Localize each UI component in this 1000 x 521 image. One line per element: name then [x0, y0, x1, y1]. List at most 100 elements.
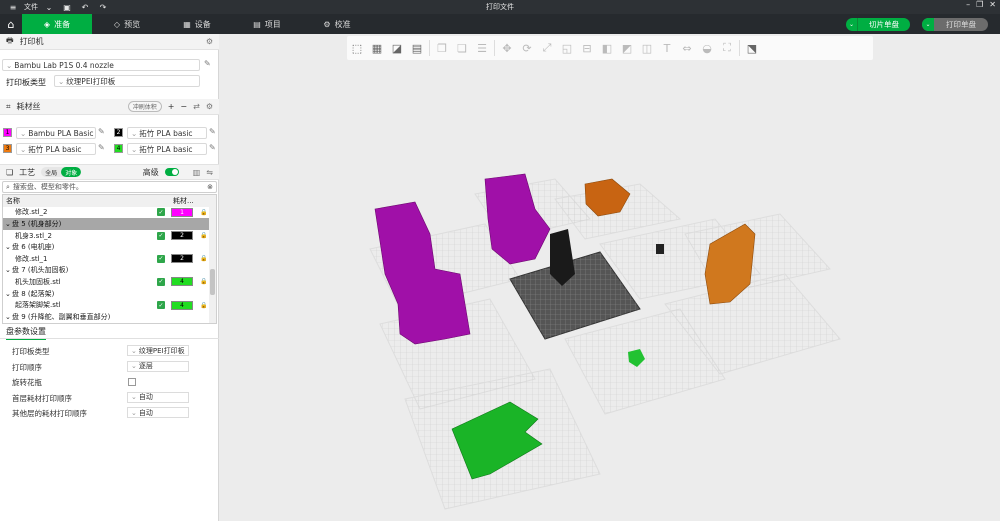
- chevron-down-icon[interactable]: ⌄: [5, 243, 11, 251]
- setting-select[interactable]: ⌄ 自动: [127, 407, 189, 418]
- lock-icon[interactable]: 🔒: [200, 278, 207, 285]
- filament-select[interactable]: ⌄ Bambu PLA Basic: [16, 127, 96, 139]
- object-row[interactable]: 起落架脚架.stl ✓ 4 🔒: [3, 299, 210, 311]
- filament-slot-badge[interactable]: 2: [171, 231, 193, 241]
- small-part-model-black[interactable]: [656, 244, 664, 254]
- chevron-down-icon[interactable]: ⌄: [42, 0, 56, 14]
- redo-icon[interactable]: ↷: [96, 0, 110, 14]
- tab-preview[interactable]: ◇ 预览: [92, 14, 162, 34]
- vase-mode-checkbox[interactable]: [128, 378, 136, 386]
- filament-select[interactable]: ⌄ 拓竹 PLA basic: [127, 127, 207, 139]
- visibility-checkbox[interactable]: ✓: [157, 301, 165, 310]
- chevron-down-icon[interactable]: ⌄: [5, 220, 11, 228]
- lay-on-face-icon[interactable]: ◱: [557, 38, 577, 58]
- tab-calibration[interactable]: ⚙ 校准: [302, 14, 372, 34]
- object-option[interactable]: 对象: [61, 167, 82, 177]
- scrollbar-thumb[interactable]: [210, 269, 215, 295]
- visibility-checkbox[interactable]: ✓: [157, 208, 165, 217]
- object-row[interactable]: 机头加固板.stl ✓ 4 🔒: [3, 276, 210, 288]
- lock-icon[interactable]: 🔒: [200, 232, 207, 239]
- color-paint-icon[interactable]: ◒: [697, 38, 717, 58]
- object-row[interactable]: 修改.stl_2 ✓ 1 🔒: [3, 207, 210, 219]
- scale-icon[interactable]: ⤢: [537, 38, 557, 58]
- plate-row[interactable]: ⌄ 盘 5 (机身部分): [3, 218, 210, 230]
- sync-icon[interactable]: ⇄: [193, 102, 200, 111]
- visibility-checkbox[interactable]: ✓: [157, 231, 165, 240]
- edit-icon[interactable]: ✎: [98, 143, 105, 152]
- add-plate-icon[interactable]: ▦: [367, 38, 387, 58]
- home-icon[interactable]: ⌂: [0, 14, 22, 34]
- tab-prepare[interactable]: ◈ 准备: [22, 14, 92, 34]
- measure-icon[interactable]: ⇔: [677, 38, 697, 58]
- filament-color-swatch[interactable]: 3: [3, 144, 12, 153]
- filament-select[interactable]: ⌄ 拓竹 PLA basic: [16, 143, 96, 155]
- settings-icon[interactable]: ⚙: [206, 102, 213, 111]
- filament-slot-badge[interactable]: 4: [171, 300, 193, 310]
- object-search[interactable]: ⌕ 搜索盘、模型和零件。 ⊗: [2, 181, 217, 193]
- restore-icon[interactable]: ❐: [976, 0, 983, 9]
- edit-icon[interactable]: ✎: [204, 59, 211, 68]
- chevron-down-icon[interactable]: ⌄: [5, 266, 11, 274]
- slice-plate-button[interactable]: ⌄ 切片单盘: [846, 18, 910, 31]
- plate-row[interactable]: ⌄ 盘 6 (电机座): [3, 241, 210, 253]
- save-icon[interactable]: ▣: [60, 0, 74, 14]
- print-plate-button[interactable]: ⌄ 打印单盘: [922, 18, 988, 31]
- filament-slot-badge[interactable]: 1: [171, 207, 193, 217]
- add-icon[interactable]: +: [168, 102, 175, 111]
- filament-color-swatch[interactable]: 2: [114, 128, 123, 137]
- plate-row[interactable]: ⌄ 盘 8 (起落架): [3, 288, 210, 300]
- scrollbar[interactable]: [209, 195, 216, 323]
- rotate-icon[interactable]: ⟳: [517, 38, 537, 58]
- filament-color-swatch[interactable]: 1: [3, 128, 12, 137]
- seam-paint-icon[interactable]: ◫: [637, 38, 657, 58]
- setting-select[interactable]: ⌄ 自动: [127, 391, 189, 403]
- plate-row[interactable]: ⌄ 盘 9 (升降舵、副翼和垂直部分): [3, 311, 210, 323]
- arrange-icon[interactable]: ▤: [407, 38, 427, 58]
- printer-select[interactable]: ⌄ Bambu Lab P1S 0.4 nozzle: [2, 59, 200, 71]
- filament-color-swatch[interactable]: 4: [114, 144, 123, 153]
- assembly-icon[interactable]: ⛶: [717, 38, 737, 58]
- object-row[interactable]: ✓3🔒: [3, 323, 210, 324]
- flush-volume-button[interactable]: 冲刷体积: [127, 101, 162, 112]
- file-menu[interactable]: 文件: [24, 2, 38, 12]
- lock-icon[interactable]: 🔒: [200, 302, 207, 309]
- sliders-icon[interactable]: ⇋: [206, 168, 213, 177]
- lock-icon[interactable]: 🔒: [200, 255, 207, 262]
- chevron-down-icon[interactable]: ⌄: [922, 18, 934, 31]
- clear-icon[interactable]: ⊗: [207, 183, 213, 191]
- text-icon[interactable]: T: [657, 38, 677, 58]
- remove-icon[interactable]: −: [180, 102, 187, 111]
- boolean-icon[interactable]: ◧: [597, 38, 617, 58]
- edit-icon[interactable]: ✎: [209, 143, 216, 152]
- scope-toggle[interactable]: 全局 对象: [41, 167, 82, 177]
- visibility-checkbox[interactable]: ✓: [157, 277, 165, 286]
- visibility-checkbox[interactable]: ✓: [157, 254, 165, 263]
- cut-icon[interactable]: ⊟: [577, 38, 597, 58]
- setting-select[interactable]: ⌄ 逐层: [127, 360, 189, 372]
- add-object-icon[interactable]: ⬚: [347, 38, 367, 58]
- settings-icon[interactable]: ⚙: [206, 37, 213, 46]
- minimize-icon[interactable]: –: [966, 0, 970, 9]
- scene[interactable]: [220, 34, 1000, 521]
- motor-mount-model-black[interactable]: [550, 229, 575, 286]
- filament-select[interactable]: ⌄ 拓竹 PLA basic: [127, 143, 207, 155]
- object-row[interactable]: 修改.stl_1 ✓ 2 🔒: [3, 253, 210, 265]
- tab-project[interactable]: ▤ 项目: [232, 14, 302, 34]
- plate-row[interactable]: ⌄ 盘 7 (机头加固板): [3, 265, 210, 277]
- auto-orient-icon[interactable]: ◪: [387, 38, 407, 58]
- undo-icon[interactable]: ↶: [78, 0, 92, 14]
- lock-icon[interactable]: 🔒: [200, 209, 207, 216]
- chevron-down-icon[interactable]: ⌄: [846, 18, 858, 31]
- setting-select[interactable]: ⌄ 纹理PEI打印板: [127, 345, 189, 356]
- hamburger-icon[interactable]: ≡: [6, 0, 20, 14]
- tab-device[interactable]: ▦ 设备: [162, 14, 232, 34]
- list-icon[interactable]: ☰: [472, 38, 492, 58]
- close-icon[interactable]: ✕: [989, 0, 996, 9]
- compare-icon[interactable]: ▥: [193, 168, 201, 177]
- filament-slot-badge[interactable]: 4: [171, 277, 193, 287]
- plate-type-select[interactable]: ⌄ 纹理PEI打印板: [54, 75, 200, 87]
- edit-icon[interactable]: ✎: [209, 127, 216, 136]
- edit-icon[interactable]: ✎: [98, 127, 105, 136]
- move-icon[interactable]: ✥: [497, 38, 517, 58]
- chevron-down-icon[interactable]: ⌄: [5, 290, 11, 298]
